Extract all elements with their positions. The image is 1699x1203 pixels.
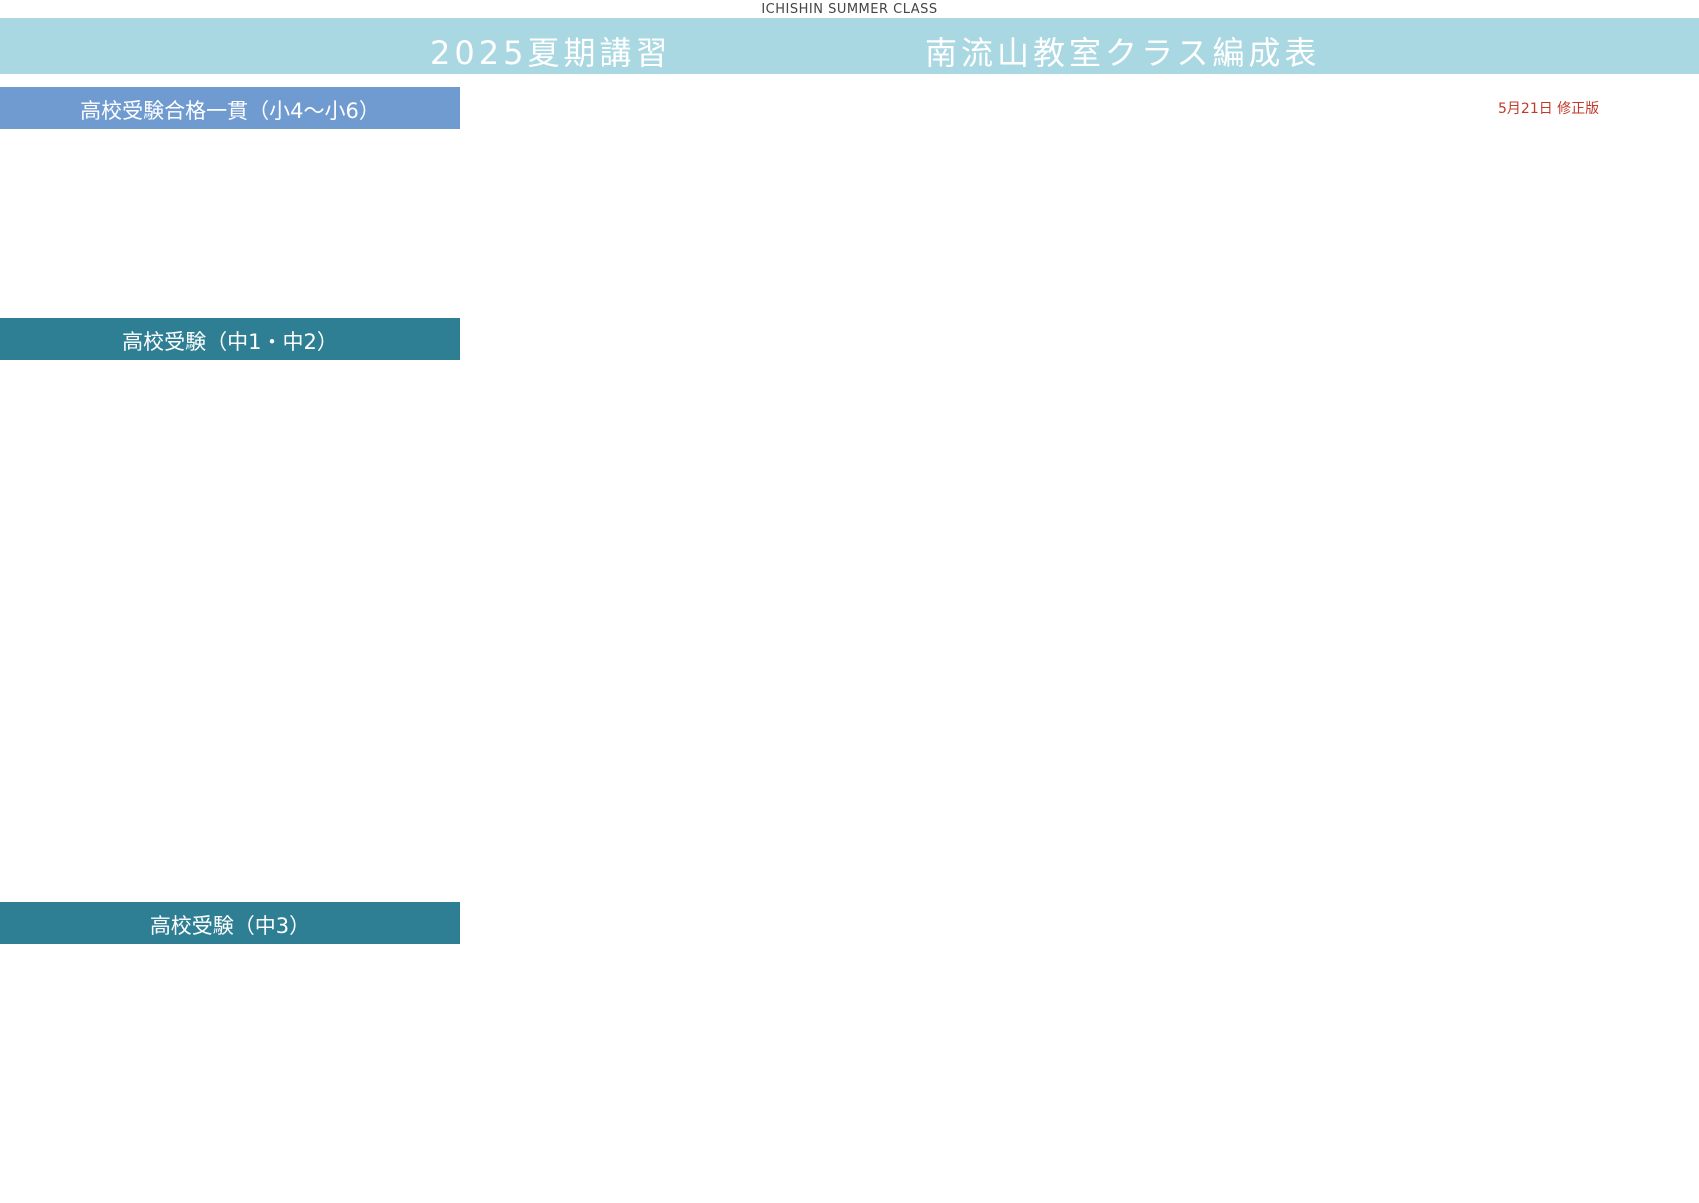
- title-banner: 2025夏期講習 南流山教室クラス編成表: [0, 18, 1699, 74]
- section-header-junior-1-2: 高校受験（中1・中2）: [0, 318, 460, 360]
- section-title-junior-3: 高校受験（中3）: [149, 914, 311, 938]
- section-title-junior-1-2: 高校受験（中1・中2）: [122, 330, 338, 354]
- banner-title-left: 2025夏期講習: [430, 34, 672, 72]
- revision-note: 5月21日 修正版: [1498, 101, 1600, 117]
- section-title-elementary: 高校受験合格一貫（小4～小6）: [80, 99, 380, 123]
- banner-title-right: 南流山教室クラス編成表: [925, 34, 1321, 72]
- page-caption: ICHISHIN SUMMER CLASS: [761, 2, 938, 17]
- section-header-elementary: 高校受験合格一貫（小4～小6）: [0, 87, 460, 129]
- section-header-junior-3: 高校受験（中3）: [0, 902, 460, 944]
